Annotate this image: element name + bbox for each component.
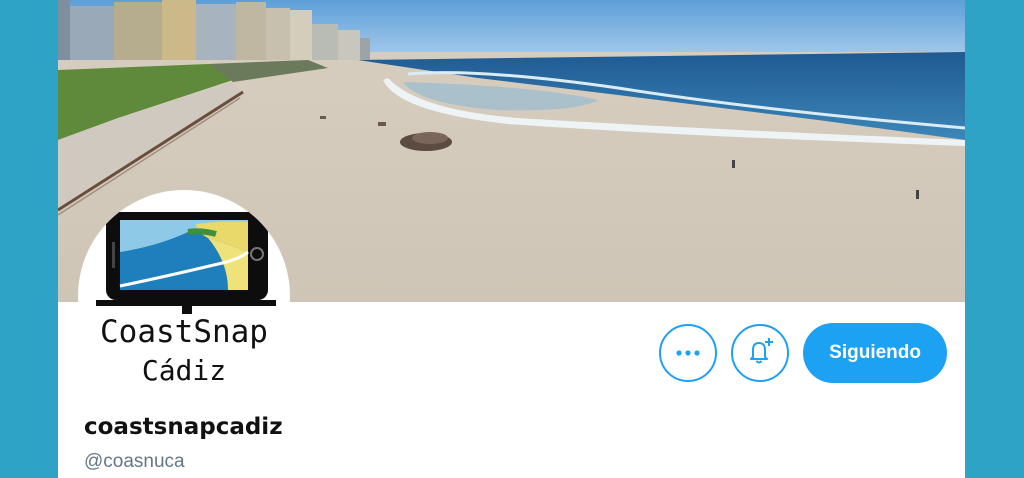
bell-plus-icon	[745, 336, 775, 371]
avatar-logo-title: CoastSnap	[100, 314, 268, 350]
following-button[interactable]: Siguiendo	[803, 323, 947, 383]
profile-actions: Siguiendo	[659, 322, 947, 384]
profile-handle: @coasnuca	[84, 451, 185, 472]
more-horizontal-icon	[675, 344, 701, 362]
profile-display-name: coastsnapcadiz	[84, 414, 283, 440]
notifications-button[interactable]	[731, 324, 790, 382]
profile-card: CoastSnap Cádiz Siguiendo coastsnapcadiz…	[58, 0, 965, 478]
more-options-button[interactable]	[659, 324, 718, 382]
avatar-logo-subtitle: Cádiz	[141, 354, 227, 387]
profile-avatar[interactable]: CoastSnap Cádiz	[78, 190, 290, 402]
